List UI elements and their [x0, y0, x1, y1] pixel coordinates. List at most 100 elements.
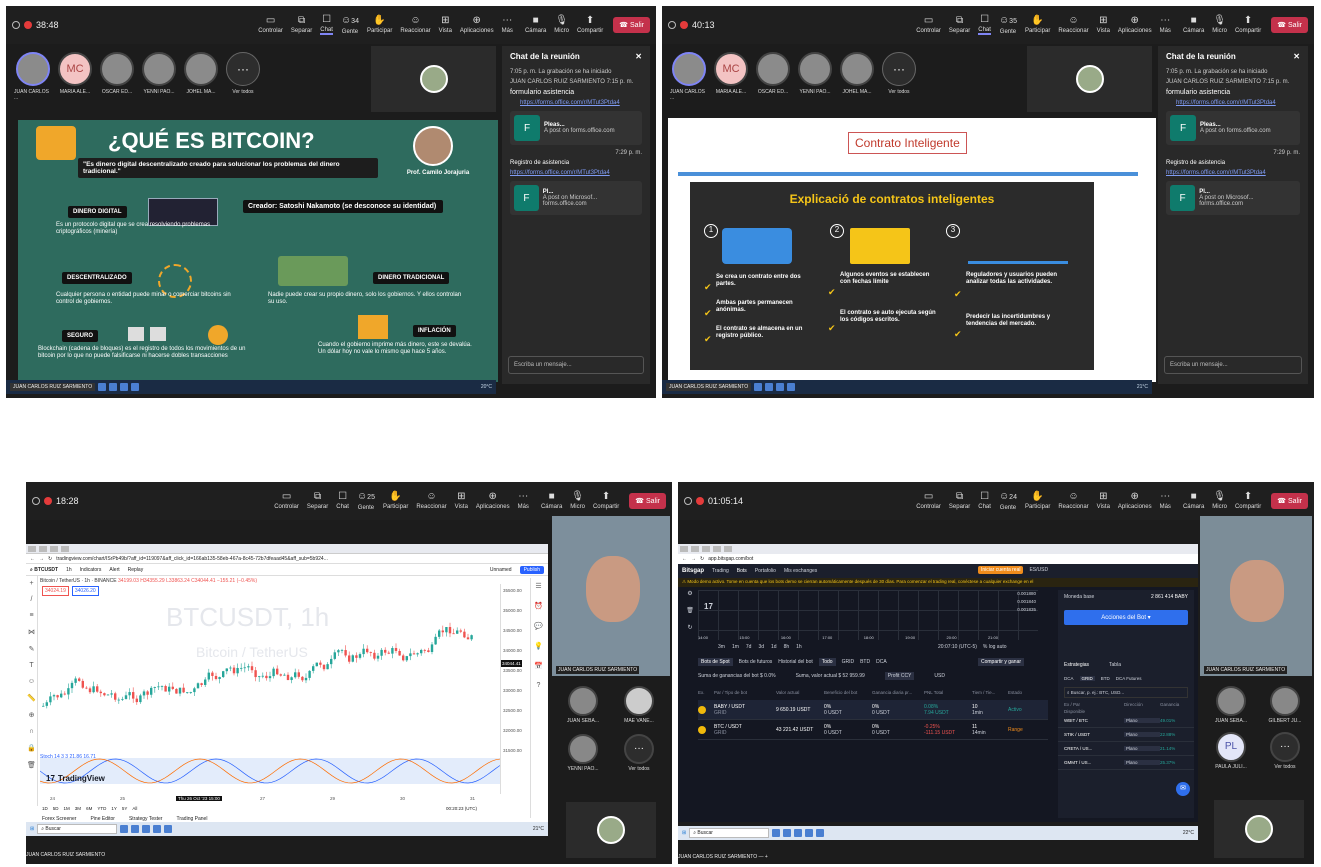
control-button[interactable]: ▭ Controlar — [916, 492, 941, 511]
bot-filter[interactable]: Bots de Spot — [698, 658, 733, 666]
participant-tile[interactable]: JUAN SEBA... — [1206, 686, 1256, 724]
message-input[interactable]: Escriba un mensaje... — [1164, 356, 1302, 374]
tab[interactable] — [28, 546, 36, 552]
strategy-filter[interactable]: BTD — [1101, 676, 1110, 681]
bot-filter[interactable]: Todo — [818, 658, 836, 666]
view-button[interactable]: ⊞ Vista — [455, 492, 468, 511]
view-all-button[interactable]: ··· Ver todos — [614, 734, 664, 772]
demo-button[interactable]: Iniciar cuenta real — [978, 566, 1024, 574]
indicators-button[interactable]: Indicators — [80, 567, 102, 573]
react-button[interactable]: ☺ Reaccionar — [416, 492, 446, 511]
range-button[interactable]: 1M — [64, 806, 70, 811]
publish-button[interactable]: Publish — [519, 565, 544, 574]
range-button[interactable]: 3M — [75, 806, 81, 811]
forward-icon[interactable]: → — [39, 556, 44, 562]
table-tab[interactable]: Tabla — [1109, 662, 1121, 668]
list-item[interactable]: WBIT / BTC Plano 49.01% — [1058, 714, 1194, 728]
column-header[interactable]: Ganancia diaria pr... — [872, 690, 924, 695]
calendar-icon[interactable]: 📅 — [534, 662, 543, 670]
pattern-icon[interactable]: ⋈ — [28, 628, 35, 636]
nav-item[interactable]: Bitsgap — [682, 568, 704, 574]
timeframe-button[interactable]: 8h — [784, 644, 790, 650]
participant-tile[interactable]: YENNI PAO... — [558, 734, 608, 772]
control-button[interactable]: ▭ Controlar — [258, 16, 283, 35]
bot-actions-button[interactable]: Acciones del Bot ▾ — [1064, 610, 1188, 625]
watchlist-icon[interactable]: ☰ — [535, 582, 541, 590]
bot-filter[interactable]: Bots de futuros — [739, 659, 773, 665]
sell-button[interactable]: 34024.19 — [42, 586, 69, 596]
mic-button[interactable]: 🎙 Micro — [1212, 16, 1227, 35]
column-header[interactable]: Tiem / Tie... — [972, 690, 1008, 695]
message-input[interactable]: Escriba un mensaje... — [508, 356, 644, 374]
more-button[interactable]: ⋯ Más — [502, 16, 513, 35]
strategy-filter[interactable]: GRID — [1079, 676, 1095, 681]
raise-hand-button[interactable]: ✋ Participar — [1025, 16, 1050, 35]
price-axis[interactable]: 35500.00 35000.00 34500.00 34000.00 33500.00… — [500, 584, 526, 794]
pop-out-button[interactable]: ⧉ Separar — [949, 16, 970, 35]
tab[interactable] — [713, 546, 721, 552]
apps-button[interactable]: ⊕ Aplicaciones — [1118, 492, 1152, 511]
timeframe-button[interactable]: 1h — [796, 644, 802, 650]
layout-name[interactable]: Unnamed — [490, 567, 512, 573]
people-button[interactable]: ☺25 Gente — [357, 491, 375, 511]
crosshair-icon[interactable]: + — [29, 580, 33, 587]
range-button[interactable]: 1D — [42, 806, 48, 811]
strategy-search-input[interactable]: ⌕ Buscar, p. ej.: BTC, USD... — [1064, 687, 1188, 698]
chat-button[interactable]: ☐ Chat — [320, 15, 333, 35]
registro-link[interactable]: https://forms.office.com/r/MTut3Ptda4 — [1158, 168, 1308, 178]
raise-hand-button[interactable]: ✋ Participar — [367, 16, 392, 35]
share-earn-button[interactable]: Compartir y ganar — [978, 658, 1025, 666]
nav-item[interactable]: Portafolio — [755, 568, 776, 574]
magnet-icon[interactable]: ∩ — [29, 728, 34, 735]
price-chart[interactable] — [40, 596, 500, 796]
buy-button[interactable]: 34026.20 — [71, 586, 99, 596]
people-button[interactable]: ☺35 Gente — [999, 15, 1017, 35]
share-button[interactable]: ⬆ Compartir — [1235, 16, 1261, 35]
participant-tile[interactable]: OSCAR ED... — [754, 52, 792, 95]
form-link[interactable]: https://forms.office.com/r/MTut3Ptda4 — [1168, 98, 1308, 108]
react-button[interactable]: ☺ Reaccionar — [1058, 492, 1088, 511]
ruler-icon[interactable]: 📏 — [27, 694, 36, 702]
participant-tile[interactable]: GILBERT JU... — [1260, 686, 1310, 724]
reload-icon[interactable]: ↻ — [48, 556, 52, 562]
camera-button[interactable]: ■ Cámara — [525, 16, 546, 35]
symbol-search[interactable]: ⌕ BTCUSDT — [30, 567, 58, 573]
profit-ccy-button[interactable]: Profit CCY — [884, 672, 915, 680]
participant-tile[interactable]: JOHEL MA... — [838, 52, 876, 95]
line-tool-icon[interactable]: / — [31, 596, 33, 603]
range-button[interactable]: 5D — [53, 806, 59, 811]
back-icon[interactable]: ← — [30, 556, 35, 562]
minus-icon[interactable]: — — [758, 854, 763, 860]
tab[interactable] — [724, 546, 732, 552]
view-button[interactable]: ⊞ Vista — [439, 16, 452, 35]
interval-button[interactable]: 1h — [66, 567, 72, 573]
tab[interactable] — [39, 546, 47, 552]
timeframe-button[interactable]: 3d — [758, 644, 764, 650]
apps-button[interactable]: ⊕ Aplicaciones — [1118, 16, 1152, 35]
share-button[interactable]: ⬆ Compartir — [577, 16, 603, 35]
brush-icon[interactable]: ✎ — [29, 645, 35, 653]
link-preview-card[interactable]: F Pleas... A post on forms.office.com — [1166, 111, 1300, 145]
trash-icon[interactable]: 🗑 — [27, 761, 36, 769]
tab[interactable] — [680, 546, 688, 552]
view-all-button[interactable]: ··· Ver todos — [1260, 732, 1310, 770]
participant-tile[interactable]: JUAN CARLOS ... — [670, 52, 708, 101]
reload-icon[interactable]: ↻ — [700, 556, 704, 562]
tab[interactable] — [702, 546, 710, 552]
table-row[interactable]: BTC / USDT GRID 43 221.42 USDT 0% 0 USDT 0% 0 … — [698, 720, 1048, 740]
leave-button[interactable]: ☎ Salir — [629, 493, 666, 509]
apps-button[interactable]: ⊕ Aplicaciones — [476, 492, 510, 511]
column-header[interactable]: Par / Tipo de bot — [714, 690, 776, 695]
link-preview-card[interactable]: F Pl... A post on Microsof... forms.office… — [510, 181, 642, 215]
camera-button[interactable]: ■ Cámara — [1183, 16, 1204, 35]
nav-item[interactable]: Bots — [737, 568, 747, 574]
participant-tile[interactable]: JUAN CARLOS ... — [14, 52, 52, 101]
close-icon[interactable]: ✕ — [635, 52, 642, 61]
bot-filter[interactable]: GRID — [842, 659, 855, 665]
list-item[interactable]: CRETA / US... Plano 21.14% — [1058, 742, 1194, 756]
currency-select[interactable]: ES/USD — [1029, 567, 1048, 573]
taskbar-search[interactable]: ⌕ Buscar — [37, 824, 118, 834]
gear-icon[interactable]: ⚙ — [687, 590, 692, 597]
range-button[interactable]: 1Y — [111, 806, 117, 811]
view-button[interactable]: ⊞ Vista — [1097, 16, 1110, 35]
